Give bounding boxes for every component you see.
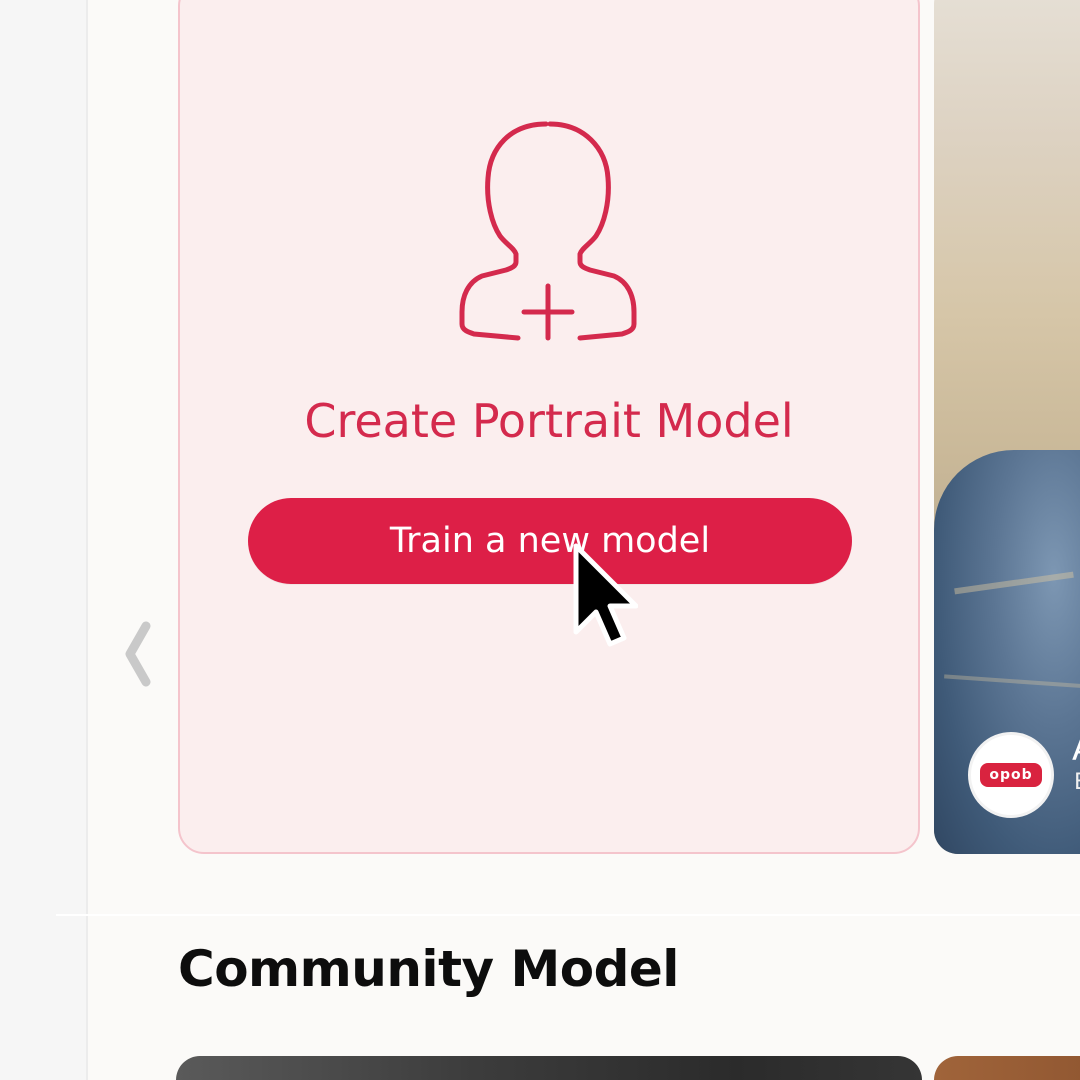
featured-card-title: A	[1072, 732, 1080, 766]
card-title: Create Portrait Model	[304, 394, 794, 448]
community-model-thumbnail[interactable]	[934, 1056, 1080, 1080]
section-divider	[56, 914, 1080, 916]
featured-card-subtitle: E	[1074, 770, 1080, 795]
community-section-title: Community Model	[178, 940, 679, 998]
app-page: Create Portrait Model Train a new model …	[0, 0, 1080, 1080]
portrait-add-icon	[459, 121, 637, 341]
brand-badge: opob	[968, 732, 1054, 818]
train-new-model-button[interactable]: Train a new model	[248, 498, 852, 584]
community-model-thumbnail[interactable]	[176, 1056, 922, 1080]
carousel-prev-button[interactable]	[116, 618, 160, 690]
chevron-left-icon	[125, 621, 151, 687]
create-portrait-model-card[interactable]: Create Portrait Model Train a new model	[178, 0, 920, 854]
featured-model-card[interactable]: opob A E	[934, 0, 1080, 854]
sidebar	[0, 0, 88, 1080]
brand-logo: opob	[980, 763, 1042, 787]
